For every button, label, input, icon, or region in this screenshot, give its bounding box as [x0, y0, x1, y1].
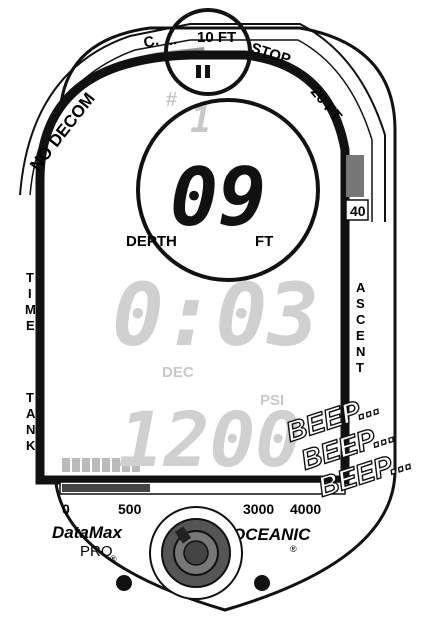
dive-number-symbol: #	[166, 89, 177, 111]
ascent-letter: C	[356, 312, 366, 327]
ascent-letter: T	[356, 360, 364, 375]
stop-indicator-right	[205, 65, 210, 78]
ascent-letter: N	[356, 344, 365, 359]
model-line1: DataMax	[52, 523, 123, 542]
brand-registered: ®	[290, 544, 297, 554]
ft40-label: 40	[350, 203, 366, 219]
ft30-mark	[346, 155, 364, 197]
time-letter: T	[26, 270, 34, 285]
depth-value: 09	[170, 151, 266, 244]
pressure-value: 1200	[118, 395, 301, 484]
ascent-letter: A	[356, 280, 366, 295]
time-letter: M	[25, 302, 36, 317]
tank-scale-label: 500	[118, 501, 142, 517]
model-line2: PRO	[80, 543, 113, 560]
tank-letter: A	[26, 406, 36, 421]
dive-computer-illustration: NO DECOM C. ... 10 FT STOP 20 FT 30 40 #…	[0, 0, 448, 621]
tank-scale-dark	[62, 484, 150, 492]
model-registered: ®	[110, 554, 117, 564]
dec-label: DEC	[162, 364, 194, 381]
selector-knob[interactable]	[149, 506, 243, 600]
tank-scale-label: 3000	[243, 501, 274, 517]
depth-unit: FT	[255, 233, 273, 250]
ascent-letter: S	[356, 296, 365, 311]
tank-letter: T	[26, 390, 34, 405]
time-side-label: T I M E	[25, 270, 36, 333]
brand-logo: OCEANIC	[232, 525, 311, 544]
tank-side-label: T A N K	[26, 390, 36, 453]
tank-letter: K	[26, 438, 36, 453]
depth-label: DEPTH	[126, 233, 177, 250]
stop-indicator-left	[196, 65, 201, 78]
tank-letter: N	[26, 422, 35, 437]
stop-10ft-label: 10 FT	[197, 29, 236, 46]
tank-scale-label: 4000	[290, 501, 321, 517]
time-letter: E	[26, 318, 35, 333]
tank-scale-label: 0	[62, 501, 70, 517]
ascent-letter: E	[356, 328, 365, 343]
time-letter: I	[28, 286, 32, 301]
time-value: 0:03	[112, 266, 319, 366]
left-button[interactable]	[116, 575, 132, 591]
right-button[interactable]	[254, 575, 270, 591]
